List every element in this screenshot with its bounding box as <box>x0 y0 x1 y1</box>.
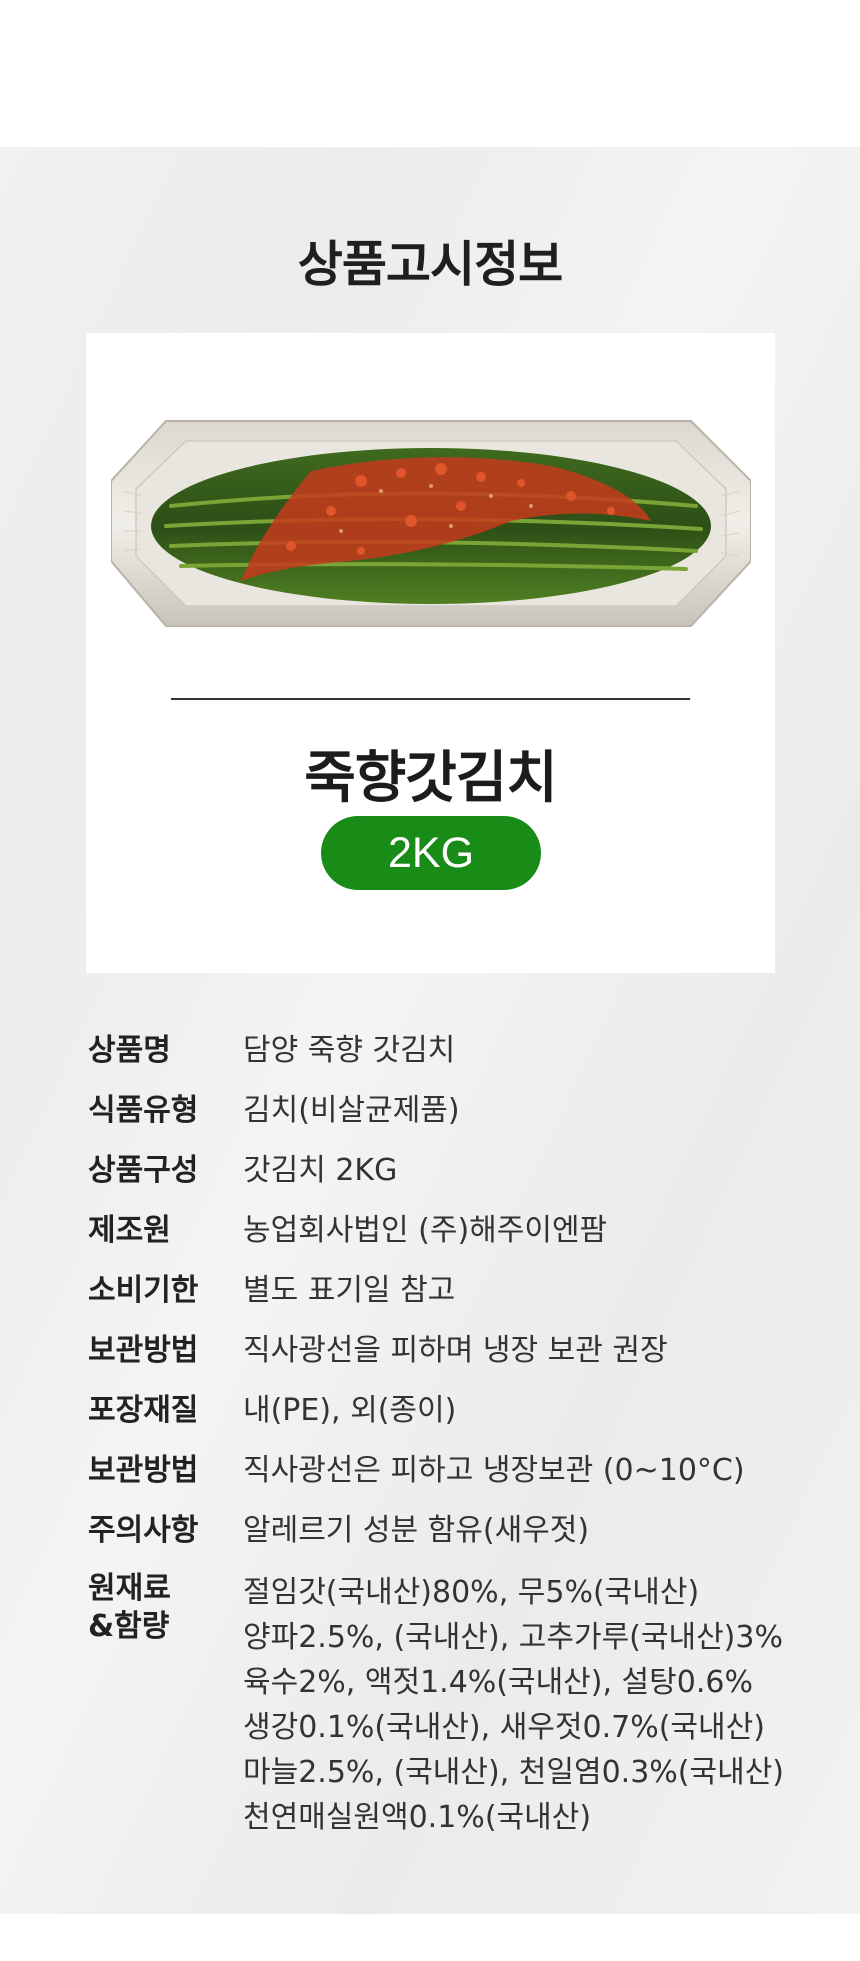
info-value: 직사광선은 피하고 냉장보관 (0~10°C) <box>243 1453 745 1488</box>
info-label: 상품명 <box>88 1033 171 1068</box>
info-value: 담양 죽향 갓김치 <box>243 1033 456 1068</box>
info-row-ingredients: 원재료 &함량 절임갓(국내산)80%, 무5%(국내산) 양파2.5%, (국… <box>88 1570 828 1840</box>
product-name: 죽향갓김치 <box>304 746 558 811</box>
info-label: 보관방법 <box>88 1333 199 1368</box>
ingredients-value: 절임갓(국내산)80%, 무5%(국내산) 양파2.5%, (국내산), 고추가… <box>243 1570 784 1840</box>
ingredient-line: 생강0.1%(국내산), 새우젓0.7%(국내산) <box>243 1710 765 1745</box>
info-value: 알레르기 성분 함유(새우젓) <box>243 1513 590 1548</box>
info-value: 별도 표기일 참고 <box>243 1273 456 1308</box>
ingredient-line: 천연매실원액0.1%(국내산) <box>243 1800 592 1835</box>
info-label: 주의사항 <box>88 1513 199 1548</box>
product-info-table: 상품명 담양 죽향 갓김치 식품유형 김치(비살균제품) 상품구성 갓김치 2K… <box>88 1030 828 1858</box>
weight-badge: 2KG <box>321 816 541 890</box>
divider <box>171 698 690 700</box>
ingredients-label-line-2: &함량 <box>88 1609 170 1644</box>
ingredient-line: 양파2.5%, (국내산), 고추가루(국내산)3% <box>243 1620 783 1655</box>
info-row-composition: 상품구성 갓김치 2KG <box>88 1150 828 1192</box>
info-row-packaging: 포장재질 내(PE), 외(종이) <box>88 1390 828 1432</box>
info-value: 내(PE), 외(종이) <box>243 1393 457 1428</box>
info-value: 김치(비살균제품) <box>243 1093 460 1128</box>
info-label: 원재료 &함량 <box>88 1570 243 1840</box>
section-title: 상품고시정보 <box>297 236 563 293</box>
info-label: 상품구성 <box>88 1153 199 1188</box>
info-row-expiry: 소비기한 별도 표기일 참고 <box>88 1270 828 1312</box>
info-row-caution: 주의사항 알레르기 성분 함유(새우젓) <box>88 1510 828 1552</box>
info-row-storage: 보관방법 직사광선을 피하며 냉장 보관 권장 <box>88 1330 828 1372</box>
product-card: 죽향갓김치 2KG <box>86 333 775 973</box>
info-label: 식품유형 <box>88 1093 199 1128</box>
info-label: 보관방법 <box>88 1453 199 1488</box>
kimchi-plate-image <box>111 420 751 627</box>
info-row-product-name: 상품명 담양 죽향 갓김치 <box>88 1030 828 1072</box>
info-value: 갓김치 2KG <box>243 1153 398 1188</box>
info-value: 직사광선을 피하며 냉장 보관 권장 <box>243 1333 668 1368</box>
info-label: 소비기한 <box>88 1273 199 1308</box>
info-label: 포장재질 <box>88 1393 199 1428</box>
info-label: 제조원 <box>88 1213 171 1248</box>
info-row-storage-2: 보관방법 직사광선은 피하고 냉장보관 (0~10°C) <box>88 1450 828 1492</box>
info-row-manufacturer: 제조원 농업회사법인 (주)해주이엔팜 <box>88 1210 828 1252</box>
ingredient-line: 절임갓(국내산)80%, 무5%(국내산) <box>243 1575 700 1610</box>
ingredient-line: 마늘2.5%, (국내산), 천일염0.3%(국내산) <box>243 1755 784 1790</box>
ingredient-line: 육수2%, 액젓1.4%(국내산), 설탕0.6% <box>243 1665 753 1700</box>
info-row-food-type: 식품유형 김치(비살균제품) <box>88 1090 828 1132</box>
info-value: 농업회사법인 (주)해주이엔팜 <box>243 1213 608 1248</box>
ingredients-label-line-1: 원재료 <box>88 1571 171 1606</box>
